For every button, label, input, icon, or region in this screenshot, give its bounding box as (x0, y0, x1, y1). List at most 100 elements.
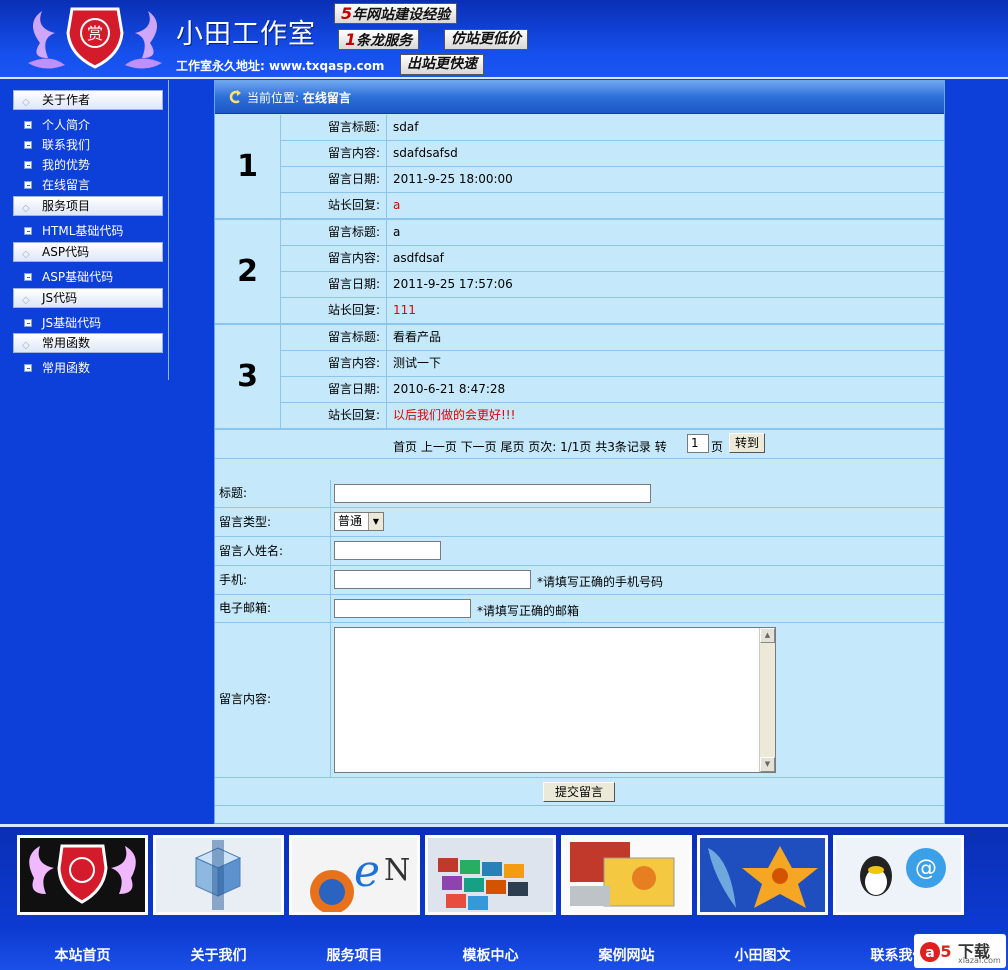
sidebar-item-profile[interactable]: 个人简介 (24, 117, 90, 133)
sidebar-category-asp[interactable]: ◇ ASP代码 (13, 242, 163, 262)
sidebar-item-functions[interactable]: 常用函数 (24, 360, 90, 376)
sidebar-category-label: ASP代码 (42, 245, 90, 259)
footer-nav-cases[interactable]: 案例网站 (561, 835, 692, 967)
footer-nav-home[interactable]: 本站首页 (17, 835, 148, 967)
sidebar-item-advantages[interactable]: 我的优势 (24, 157, 90, 173)
sidebar-category-js[interactable]: ◇ JS代码 (13, 288, 163, 308)
footer-nav-label: 案例网站 (598, 948, 655, 964)
textarea-scrollbar[interactable]: ▲ ▼ (759, 628, 775, 772)
slogan-highlight: 1 (345, 30, 357, 49)
sidebar-item-html[interactable]: HTML基础代码 (24, 223, 123, 239)
sidebar: ◇ 关于作者 个人简介 联系我们 我的优势 在线留言 ◇ 服务项目 HTML基础… (10, 80, 169, 380)
slogan-speed: 出站更快速 (400, 54, 484, 75)
entry-number: 1 (215, 115, 281, 218)
message-type-select[interactable]: 普通 ▼ (334, 512, 384, 531)
sidebar-category-label: 常用函数 (42, 336, 91, 350)
slogan-text: 仿站更低价 (451, 31, 521, 47)
sidebar-item-label: 常用函数 (42, 361, 91, 375)
slogan-experience: 5年网站建设经验 (334, 3, 458, 24)
studio-emblem-logo[interactable]: 赏 (20, 3, 170, 75)
square-bullet-icon (24, 161, 32, 169)
entry-number: 3 (215, 325, 281, 428)
sidebar-item-guestbook[interactable]: 在线留言 (24, 177, 90, 193)
entry-date-row: 留言日期: 2010-6-21 8:47:28 (281, 377, 944, 403)
breadcrumb: 当前位置: 在线留言 (215, 81, 944, 114)
entry-content-row: 留言内容: 测试一下 (281, 351, 944, 377)
entry-content-row: 留言内容: asdfdsaf (281, 246, 944, 272)
sidebar-category-functions[interactable]: ◇ 常用函数 (13, 333, 163, 353)
footer-nav-label: 服务项目 (326, 948, 383, 964)
a5-logo-icon: a 5 (920, 942, 952, 962)
entry-reply-value: a (393, 198, 401, 212)
submit-message-button[interactable]: 提交留言 (543, 782, 615, 802)
message-entry: 2 留言标题: a 留言内容: asdfdsaf 留言日期: 2011-9-25… (215, 220, 944, 325)
svg-text:赏: 赏 (87, 24, 103, 43)
sidebar-item-contact[interactable]: 联系我们 (24, 137, 90, 153)
sidebar-item-label: ASP基础代码 (42, 270, 114, 284)
slogan-highlight: 5 (341, 4, 353, 23)
name-input[interactable] (334, 541, 441, 560)
square-bullet-icon (24, 364, 32, 372)
entry-title-label: 留言标题: (281, 325, 387, 350)
phone-input[interactable] (334, 570, 531, 589)
header-divider (0, 77, 1008, 79)
footer-nav-gallery[interactable]: 小田图文 (697, 835, 828, 967)
go-to-page-button[interactable]: 转到 (729, 433, 765, 453)
diamond-bullet-icon: ◇ (22, 295, 30, 306)
email-hint: *请填写正确的邮箱 (477, 604, 580, 618)
title-input[interactable] (334, 484, 651, 503)
footer-nav-label: 关于我们 (190, 948, 247, 964)
square-bullet-icon (24, 227, 32, 235)
watermark-url: xiazai.com (958, 956, 1001, 965)
svg-text:a: a (925, 945, 934, 961)
entry-date-label: 留言日期: (281, 272, 387, 297)
entry-reply-row: 站长回复: 111 (281, 298, 944, 324)
breadcrumb-text: 当前位置: 在线留言 (247, 89, 351, 106)
site-watermark: a 5 下载 xiazai.com (914, 934, 1006, 968)
footer-nav-about[interactable]: 关于我们 (153, 835, 284, 967)
footer-nav-templates[interactable]: 模板中心 (425, 835, 556, 967)
entry-date-label: 留言日期: (281, 167, 387, 192)
slogan-text: 年网站建设经验 (352, 7, 451, 23)
slogan-text: 条龙服务 (356, 33, 413, 49)
form-title-row: 标题: (215, 480, 944, 508)
message-entry: 3 留言标题: 看看产品 留言内容: 测试一下 留言日期: 2010-6-21 … (215, 325, 944, 430)
pagination: 首页 上一页 下一页 尾页 页次: 1/1页 共3条记录 转 1 页 转到 (215, 429, 944, 459)
sidebar-category-services[interactable]: ◇ 服务项目 (13, 196, 163, 216)
footer-nav-services[interactable]: e N 服务项目 (289, 835, 420, 967)
footer-nav-label: 本站首页 (54, 948, 111, 964)
slogan-price: 仿站更低价 (444, 29, 528, 50)
entry-content-value: sdafdsafsd (393, 146, 458, 160)
form-type-label: 留言类型: (215, 508, 331, 536)
diamond-bullet-icon: ◇ (22, 340, 30, 351)
entry-reply-label: 站长回复: (281, 298, 387, 323)
entry-content-value: 测试一下 (393, 356, 442, 370)
form-submit-row: 提交留言 (215, 778, 944, 806)
entry-date-value: 2010-6-21 8:47:28 (393, 382, 506, 396)
sidebar-item-js-basic[interactable]: JS基础代码 (24, 315, 101, 331)
diamond-bullet-icon: ◇ (22, 203, 30, 214)
svg-text:N: N (384, 853, 410, 888)
sidebar-item-asp-basic[interactable]: ASP基础代码 (24, 269, 113, 285)
scroll-up-arrow-icon[interactable]: ▲ (760, 628, 775, 643)
pagination-text[interactable]: 首页 上一页 下一页 尾页 页次: 1/1页 共3条记录 转 (393, 438, 667, 455)
sidebar-category-label: 关于作者 (42, 93, 91, 107)
email-input[interactable] (334, 599, 471, 618)
square-bullet-icon (24, 121, 32, 129)
return-arrow-icon (229, 90, 241, 104)
entry-content-value: asdfdsaf (393, 251, 444, 265)
form-type-row: 留言类型: 普通 ▼ (215, 508, 944, 537)
svg-text:5: 5 (940, 942, 951, 961)
sidebar-category-about[interactable]: ◇ 关于作者 (13, 90, 163, 110)
sidebar-category-label: JS代码 (42, 291, 78, 305)
sidebar-item-label: 个人简介 (42, 118, 91, 132)
page-number-input[interactable]: 1 (687, 434, 709, 453)
main-panel: 当前位置: 在线留言 1 留言标题: sdaf 留言内容: sdafdsafsd… (214, 80, 945, 824)
footer-nav-label: 小田图文 (734, 948, 791, 964)
square-bullet-icon (24, 319, 32, 327)
scroll-down-arrow-icon[interactable]: ▼ (760, 757, 775, 772)
entry-title-value: 看看产品 (393, 330, 442, 344)
footer-nav: 本站首页 关于我们 e N 服务项目 模板中心 案例网站 小田图文 @ 联系我们 (0, 827, 1008, 970)
message-content-textarea[interactable]: ▲ ▼ (334, 627, 776, 773)
sidebar-item-label: JS基础代码 (42, 316, 102, 330)
